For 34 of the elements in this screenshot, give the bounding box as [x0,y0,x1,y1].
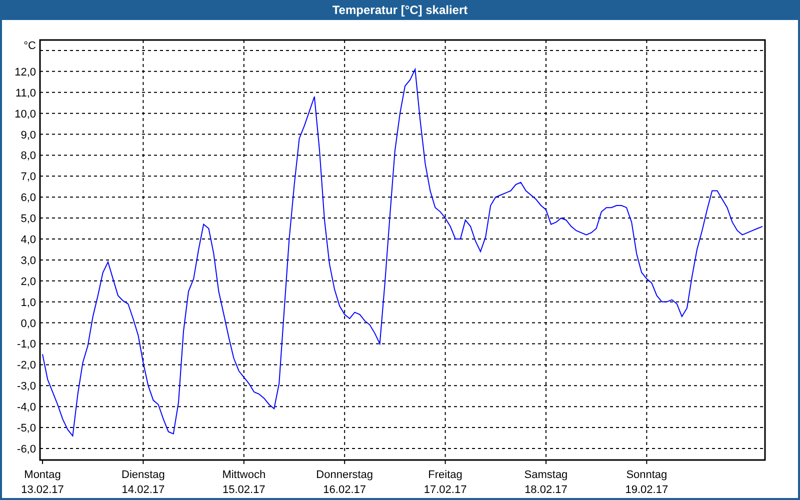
y-tick-label: 12,0 [14,66,36,78]
y-tick-label: 0,0 [20,318,36,330]
window-title: Temperatur [°C] skaliert [332,3,468,17]
x-tick-label: Dienstag 14.02.17 [122,469,165,496]
y-tick-label: -3,0 [17,380,36,393]
x-tick-label: Mittwoch 15.02.17 [222,469,266,496]
y-tick-label: 6,0 [20,192,36,204]
y-tick-label: 2,0 [20,276,36,288]
y-tick-label: -5,0 [17,422,36,435]
y-tick-label: 7,0 [20,171,36,184]
x-tick-label: Donnerstag 16.02.17 [316,469,374,496]
x-tick [243,460,244,464]
x-tick [444,460,446,464]
y-tick-label: -1,0 [17,338,36,351]
y-tick-label: -4,0 [17,402,36,414]
y-tick-label: 1,0 [20,296,36,309]
x-tick [42,460,44,464]
y-tick-label: -2,0 [17,360,36,372]
x-tick-label: Freitag 17.02.17 [424,469,467,496]
y-tick-label: 3,0 [20,254,36,267]
y-tick-label: 11,0 [15,87,36,100]
x-tick [142,460,144,464]
y-tick-label: 9,0 [20,129,36,142]
x-tick-label: Sonntag 19.02.17 [625,469,668,496]
x-tick-label: Montag 13.02.17 [21,469,64,496]
y-tick-label: 8,0 [20,150,36,162]
x-tick-label: Samstag 18.02.17 [524,469,568,496]
y-tick-label: 10,0 [14,108,36,120]
x-tick [646,460,648,464]
y-tick-label: -6,0 [17,443,36,456]
x-tick [344,460,346,464]
y-axis-unit: °C [24,40,36,52]
y-tick-label: 4,0 [20,234,36,246]
y-tick-label: 5,0 [20,213,36,226]
